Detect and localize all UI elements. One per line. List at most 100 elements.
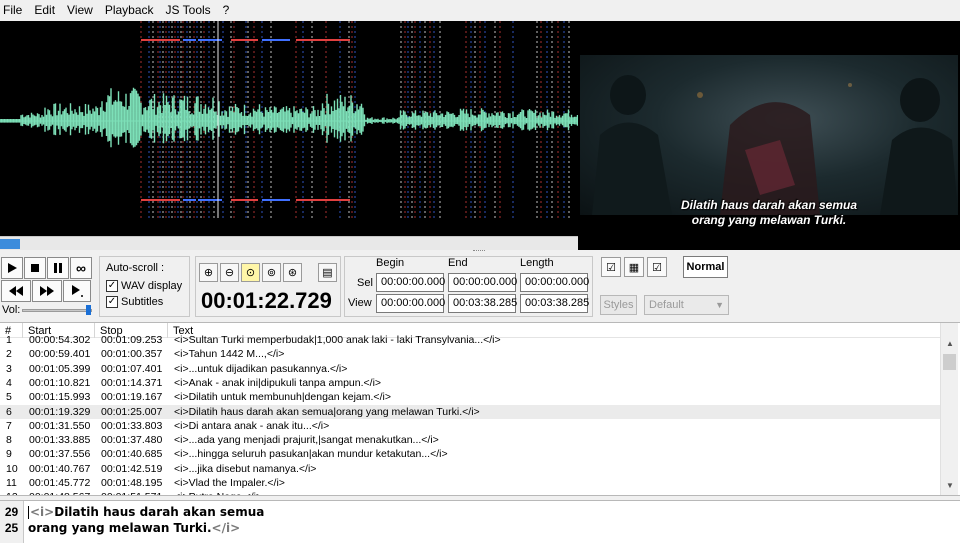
line-length-gutter: 29 25: [0, 501, 24, 543]
wav-display-checkbox[interactable]: ✓: [106, 280, 118, 292]
table-row[interactable]: 6 00:01:19.329 00:01:25.007 <i>Dilatih haus…: [0, 404, 940, 419]
table-row[interactable]: 4 00:01:10.821 00:01:14.371 <i>Anak - anak …: [0, 376, 940, 390]
stop-button[interactable]: [24, 257, 46, 279]
subtitle-range-marker: [262, 199, 290, 201]
cell-stop: 00:01:42.519: [101, 462, 163, 475]
check-button[interactable]: ☑: [601, 257, 621, 277]
line-2-length: 25: [4, 521, 19, 535]
subtitle-range-marker: [296, 39, 350, 41]
subtitle-range-marker: [231, 199, 258, 201]
volume-slider-thumb[interactable]: [86, 305, 91, 315]
line-1-length: 29: [4, 505, 19, 519]
editor-line-2-text: orang yang melawan Turki.: [28, 521, 212, 535]
menu-playback[interactable]: Playback: [99, 0, 160, 20]
cell-start: 00:01:31.550: [29, 419, 91, 432]
subtitle-text-area[interactable]: <i>Dilatih haus darah akan semua orang y…: [28, 504, 264, 536]
waveform-scrollbar[interactable]: [0, 236, 578, 250]
menu-edit[interactable]: Edit: [28, 0, 61, 20]
cell-text: <i>Di antara anak - anak itu...</i>: [174, 419, 330, 432]
checklist-icon: ☑: [652, 261, 662, 274]
cell-text: <i>Sultan Turki memperbudak|1,000 anak l…: [174, 334, 501, 346]
document-button[interactable]: ▦: [624, 257, 644, 277]
menu-file[interactable]: File: [0, 0, 28, 20]
subtitle-list-scroll-thumb[interactable]: [943, 354, 956, 370]
view-length-field[interactable]: 00:03:38.285: [520, 294, 589, 313]
menu-view[interactable]: View: [61, 0, 99, 20]
play-to-end-button[interactable]: [63, 280, 91, 302]
cell-num: 8: [6, 434, 12, 447]
zoom-out-icon: ⊖: [224, 267, 235, 279]
sel-begin-field[interactable]: 00:00:00.000: [376, 273, 445, 292]
video-frame: [580, 55, 958, 215]
checklist-button[interactable]: ☑: [647, 257, 667, 277]
wav-display-toggle[interactable]: ✓ WAV display: [106, 280, 182, 292]
cell-stop: 00:01:25.007: [101, 405, 163, 418]
cell-num: 1: [6, 334, 12, 346]
current-timecode: 00:01:22.729: [201, 288, 332, 313]
cell-text: <i>Dilatih untuk membunuh|dengan kejam.<…: [174, 391, 391, 404]
next-subtitle-button[interactable]: [32, 280, 62, 302]
table-row[interactable]: 3 00:01:05.399 00:01:07.401 <i>...untuk dij…: [0, 362, 940, 376]
zoom-all-button[interactable]: ⊚: [262, 263, 281, 282]
cell-text: <i>...ada yang menjadi prajurit,|sangat …: [174, 434, 439, 447]
text-caret: [28, 506, 29, 519]
subtitle-editor[interactable]: 29 25 <i>Dilatih haus darah akan semua o…: [0, 500, 960, 543]
previous-subtitle-button[interactable]: [1, 280, 31, 302]
table-row[interactable]: 1 00:00:54.302 00:01:09.253 <i>Sultan Turki…: [0, 333, 940, 347]
scroll-up-icon[interactable]: ▲: [941, 339, 959, 353]
cell-start: 00:01:45.772: [29, 477, 91, 489]
cell-stop: 00:01:00.357: [101, 348, 163, 361]
style-dropdown[interactable]: Default ▼: [644, 295, 729, 315]
table-row[interactable]: 8 00:01:33.885 00:01:37.480 <i>...ada yang …: [0, 433, 940, 447]
subtitle-range-marker: [262, 39, 290, 41]
zoom-in-button[interactable]: ⊕: [199, 263, 218, 282]
end-header: End: [448, 257, 468, 269]
cell-text: <i>...untuk dijadikan pasukannya.</i>: [174, 362, 348, 375]
waveform-scroll-thumb[interactable]: [0, 239, 20, 249]
menu-js-tools[interactable]: JS Tools: [160, 0, 217, 20]
table-row[interactable]: 9 00:01:37.556 00:01:40.685 <i>...hingga se…: [0, 447, 940, 461]
controls-panel: ∞ Vol: Auto-scroll : ✓ WAV display ✓ Sub…: [0, 253, 960, 321]
subtitle-list[interactable]: # Start Stop Text 1 00:00:54.302 00:01:09.…: [0, 322, 960, 496]
sel-length-field[interactable]: 00:00:00.000: [520, 273, 589, 292]
length-header: Length: [520, 257, 554, 269]
view-begin-field[interactable]: 00:00:00.000: [376, 294, 445, 313]
italic-open-tag: <i>: [30, 505, 55, 519]
loop-button[interactable]: ∞: [70, 257, 92, 279]
styles-button[interactable]: Styles: [600, 295, 637, 315]
menu-bar: File Edit View Playback JS Tools ?: [0, 0, 960, 20]
subtitles-toggle[interactable]: ✓ Subtitles: [106, 296, 163, 308]
zoom-vertical-button[interactable]: ⊛: [283, 263, 302, 282]
scene-change-button[interactable]: ▤: [318, 263, 337, 282]
volume-slider[interactable]: [22, 309, 92, 312]
table-row[interactable]: 5 00:01:15.993 00:01:19.167 <i>Dilatih untu…: [0, 390, 940, 404]
normal-mode-button[interactable]: Normal: [683, 256, 728, 278]
scroll-down-icon[interactable]: ▼: [941, 481, 959, 495]
cell-text: <i>...jika disebut namanya.</i>: [174, 462, 317, 475]
waveform-graph: [0, 21, 578, 218]
subtitle-list-scrollbar[interactable]: ▲ ▼: [940, 323, 959, 495]
subtitle-range-marker: [183, 39, 196, 41]
cell-stop: 00:01:14.371: [101, 376, 163, 389]
video-subtitle: Dilatih haus darah akan semua orang yang…: [578, 198, 960, 228]
play-button[interactable]: [1, 257, 23, 279]
menu-help[interactable]: ?: [217, 0, 236, 20]
cell-stop: 00:01:51.571: [101, 490, 162, 495]
zoom-vertical-icon: ⊛: [287, 267, 298, 279]
waveform-display[interactable]: 030.01:001:302:002:303:003:30: [0, 21, 578, 236]
sel-end-field[interactable]: 00:00:00.000: [448, 273, 517, 292]
sel-row-label: Sel: [357, 277, 373, 289]
table-row[interactable]: 12 00:01:48.567 00:01:51.571 <i>Putra Naga.…: [0, 490, 940, 495]
subtitles-checkbox[interactable]: ✓: [106, 296, 118, 308]
table-row[interactable]: 7 00:01:31.550 00:01:33.803 <i>Di antara an…: [0, 419, 940, 433]
pause-button[interactable]: [47, 257, 69, 279]
video-subtitle-line-2: orang yang melawan Turki.: [691, 213, 847, 227]
table-row[interactable]: 2 00:00:59.401 00:01:00.357 <i>Tahun 1442 M…: [0, 347, 940, 361]
zoom-selection-button[interactable]: ⊙: [241, 263, 260, 282]
table-row[interactable]: 11 00:01:45.772 00:01:48.195 <i>Vlad the Im…: [0, 476, 940, 490]
table-row[interactable]: 10 00:01:40.767 00:01:42.519 <i>...jika dis…: [0, 462, 940, 476]
view-end-field[interactable]: 00:03:38.285: [448, 294, 517, 313]
video-preview[interactable]: Dilatih haus darah akan semua orang yang…: [578, 21, 960, 250]
cell-start: 00:01:15.993: [29, 391, 91, 404]
zoom-out-button[interactable]: ⊖: [220, 263, 239, 282]
